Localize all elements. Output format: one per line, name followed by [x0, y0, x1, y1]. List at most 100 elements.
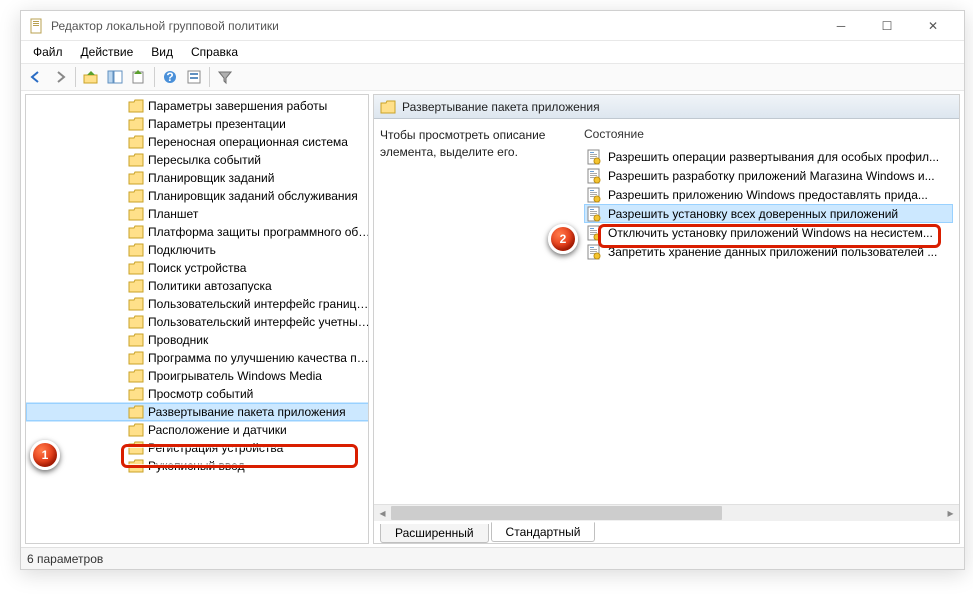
tree-item[interactable]: Просмотр событий [26, 385, 368, 403]
folder-icon [128, 243, 144, 257]
folder-icon [128, 225, 144, 239]
folder-icon [128, 387, 144, 401]
policy-label: Отключить установку приложений Windows н… [608, 226, 933, 240]
policy-item[interactable]: Запретить хранение данных приложений пол… [584, 242, 953, 261]
folder-icon [380, 100, 396, 114]
close-button[interactable]: ✕ [910, 11, 956, 41]
menubar: Файл Действие Вид Справка [21, 41, 964, 63]
menu-help[interactable]: Справка [183, 43, 246, 61]
view-tabs: Расширенный Стандартный [374, 521, 959, 543]
tree-item-label: Планировщик заданий [148, 171, 274, 185]
toolbar: ? [21, 63, 964, 91]
scroll-right-button[interactable]: ▸ [942, 505, 959, 521]
forward-button[interactable] [49, 66, 71, 88]
tab-extended[interactable]: Расширенный [380, 524, 489, 543]
details-header: Развертывание пакета приложения [374, 95, 959, 119]
details-title: Развертывание пакета приложения [402, 100, 600, 114]
tab-standard[interactable]: Стандартный [491, 522, 596, 542]
tree-item[interactable]: Пользовательский интерфейс границ… [26, 295, 368, 313]
tree-item-label: Планшет [148, 207, 198, 221]
tree-item[interactable]: Подключить [26, 241, 368, 259]
back-button[interactable] [25, 66, 47, 88]
policy-list: Разрешить операции развертывания для осо… [584, 147, 953, 261]
folder-icon [128, 297, 144, 311]
policy-icon [586, 206, 602, 222]
annotation-marker-2: 2 [548, 224, 578, 254]
filter-button[interactable] [214, 66, 236, 88]
tree-item[interactable]: Пользовательский интерфейс учетны… [26, 313, 368, 331]
window-title: Редактор локальной групповой политики [51, 19, 818, 33]
policy-item[interactable]: Разрешить установку всех доверенных прил… [584, 204, 953, 223]
folder-icon [128, 333, 144, 347]
policy-item[interactable]: Разрешить операции развертывания для осо… [584, 147, 953, 166]
description-text: Чтобы просмотреть описание элемента, выд… [380, 128, 545, 159]
tree-item[interactable]: Платформа защиты программного об… [26, 223, 368, 241]
tree-item-label: Параметры завершения работы [148, 99, 327, 113]
folder-icon [128, 459, 144, 473]
up-button[interactable] [80, 66, 102, 88]
tree-item[interactable]: Планшет [26, 205, 368, 223]
tree-item[interactable]: Параметры презентации [26, 115, 368, 133]
policy-item[interactable]: Разрешить разработку приложений Магазина… [584, 166, 953, 185]
export-button[interactable] [128, 66, 150, 88]
folder-icon [128, 261, 144, 275]
tree-item[interactable]: Развертывание пакета приложения [26, 403, 368, 421]
tree-item[interactable]: Переносная операционная система [26, 133, 368, 151]
policy-icon [586, 225, 602, 241]
tree-item[interactable]: Расположение и датчики [26, 421, 368, 439]
tree-item[interactable]: Параметры завершения работы [26, 97, 368, 115]
policy-label: Запретить хранение данных приложений пол… [608, 245, 937, 259]
tree-item-label: Подключить [148, 243, 216, 257]
horizontal-scrollbar[interactable]: ◂ ▸ [374, 504, 959, 521]
folder-icon [128, 351, 144, 365]
tree-item[interactable]: Проигрыватель Windows Media [26, 367, 368, 385]
policy-column: Состояние Разрешить операции развертыван… [584, 127, 953, 496]
tree-item-label: Платформа защиты программного об… [148, 225, 368, 239]
maximize-button[interactable]: ☐ [864, 11, 910, 41]
tree-item[interactable]: Регистрация устройства [26, 439, 368, 457]
tree-item-label: Просмотр событий [148, 387, 253, 401]
tree-scroll[interactable]: Параметры завершения работы Параметры пре… [26, 95, 368, 543]
folder-icon [128, 369, 144, 383]
folder-icon [128, 135, 144, 149]
tree-item[interactable]: Планировщик заданий [26, 169, 368, 187]
folder-icon [128, 279, 144, 293]
minimize-button[interactable]: ─ [818, 11, 864, 41]
menu-file[interactable]: Файл [25, 43, 71, 61]
policy-item[interactable]: Отключить установку приложений Windows н… [584, 223, 953, 242]
tree-item[interactable]: Планировщик заданий обслуживания [26, 187, 368, 205]
properties-button[interactable] [183, 66, 205, 88]
content-area: Параметры завершения работы Параметры пре… [21, 91, 964, 547]
tree-item-label: Регистрация устройства [148, 441, 283, 455]
scrollbar-thumb[interactable] [391, 506, 722, 520]
scroll-left-button[interactable]: ◂ [374, 505, 391, 521]
state-header: Состояние [584, 127, 953, 141]
status-text: 6 параметров [27, 552, 103, 566]
app-icon [29, 18, 45, 34]
tree-item-label: Пользовательский интерфейс учетны… [148, 315, 368, 329]
tree-item[interactable]: Поиск устройства [26, 259, 368, 277]
separator [154, 67, 155, 87]
tree-item[interactable]: Проводник [26, 331, 368, 349]
statusbar: 6 параметров [21, 547, 964, 569]
scrollbar-track[interactable] [391, 505, 942, 521]
separator [209, 67, 210, 87]
menu-view[interactable]: Вид [143, 43, 181, 61]
folder-icon [128, 153, 144, 167]
tree-item[interactable]: Политики автозапуска [26, 277, 368, 295]
show-tree-button[interactable] [104, 66, 126, 88]
tree-item-label: Проводник [148, 333, 208, 347]
tree-item-label: Политики автозапуска [148, 279, 272, 293]
help-button[interactable]: ? [159, 66, 181, 88]
tree-item-label: Поиск устройства [148, 261, 246, 275]
policy-item[interactable]: Разрешить приложению Windows предоставля… [584, 185, 953, 204]
tree-item[interactable]: Рукописный ввод [26, 457, 368, 475]
tree-item[interactable]: Пересылка событий [26, 151, 368, 169]
titlebar[interactable]: Редактор локальной групповой политики ─ … [21, 11, 964, 41]
tree-item-label: Пересылка событий [148, 153, 261, 167]
tree-item-label: Проигрыватель Windows Media [148, 369, 322, 383]
panes-icon [107, 69, 123, 85]
tree-item[interactable]: Программа по улучшению качества п… [26, 349, 368, 367]
policy-icon [586, 168, 602, 184]
menu-action[interactable]: Действие [73, 43, 142, 61]
